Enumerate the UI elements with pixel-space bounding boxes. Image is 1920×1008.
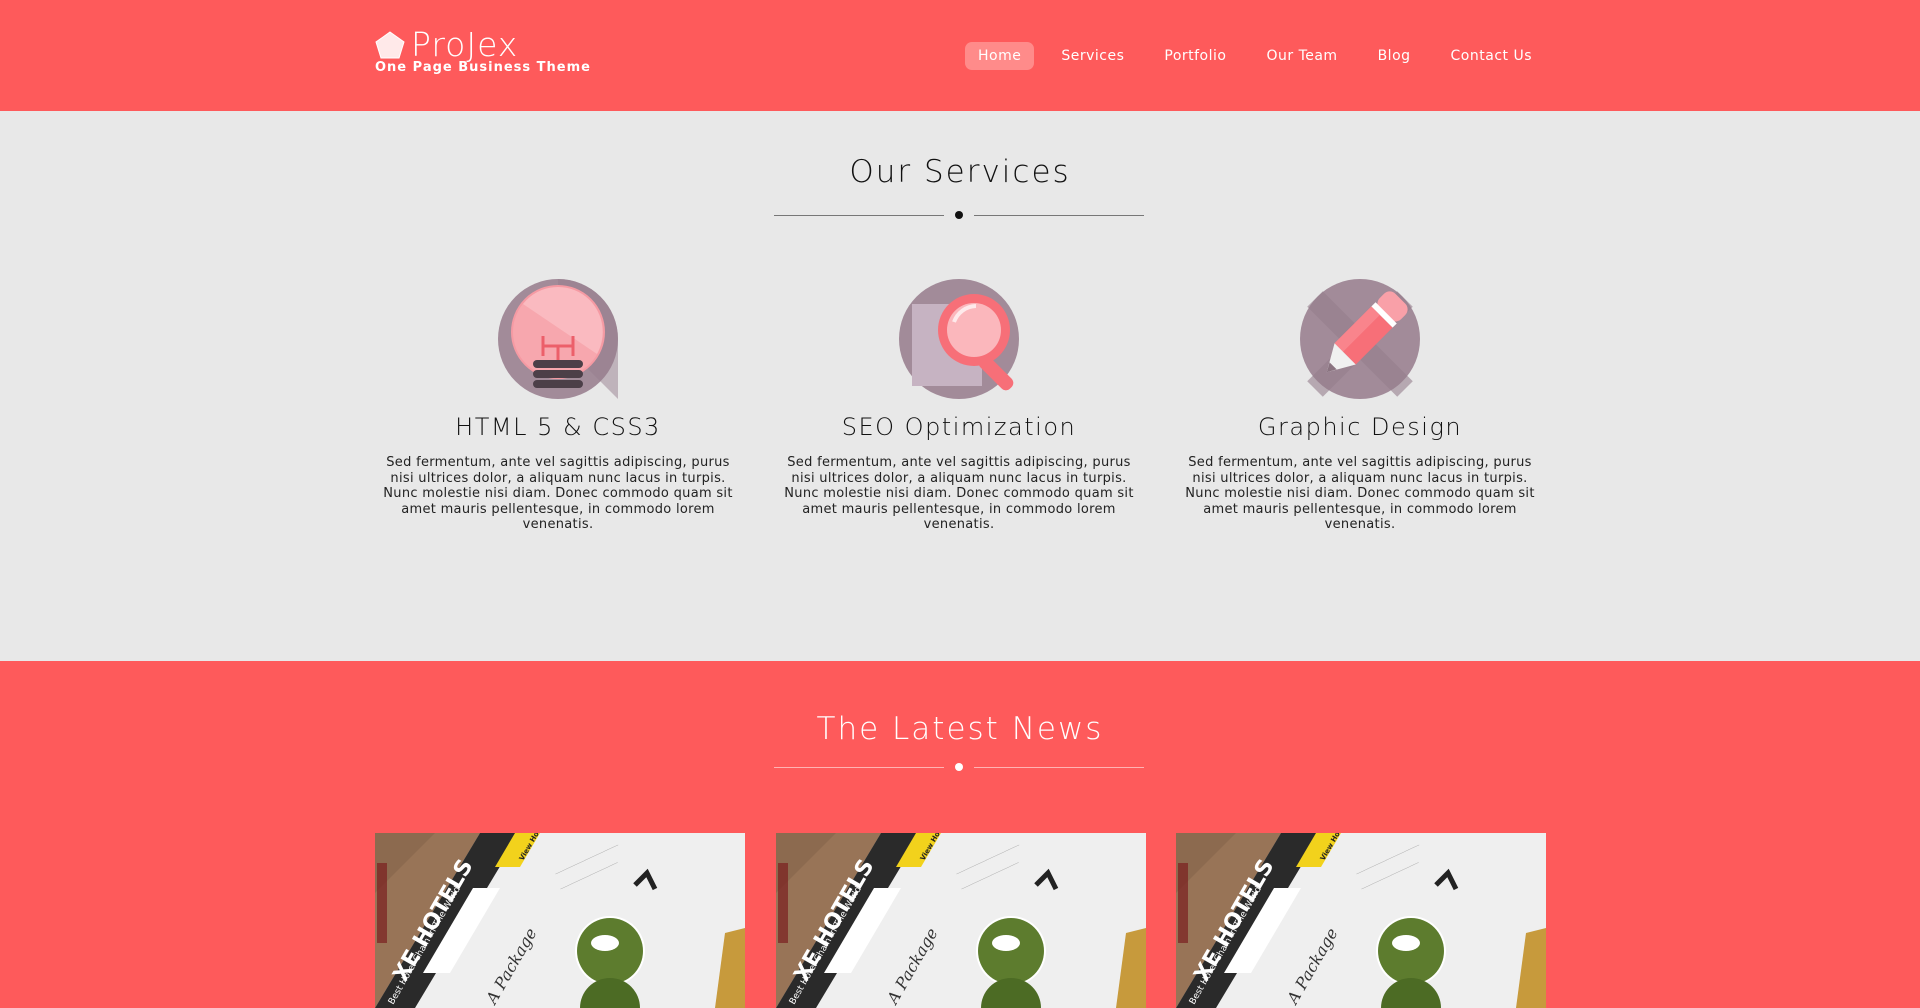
nav-portfolio[interactable]: Portfolio	[1151, 42, 1239, 70]
service-title: HTML 5 & CSS3	[455, 413, 661, 441]
nav-blog[interactable]: Blog	[1365, 42, 1424, 70]
site-header: ProJex One Page Business Theme Home Serv…	[0, 0, 1920, 111]
nav-home[interactable]: Home	[964, 42, 1035, 70]
news-divider	[774, 762, 1144, 772]
news-card[interactable]: XE HOTELS Best Hotel Chain In The World …	[375, 833, 745, 1008]
services-title: Our Services	[849, 154, 1071, 190]
service-title: Graphic Design	[1257, 413, 1463, 441]
nav-contact-us[interactable]: Contact Us	[1438, 42, 1545, 70]
brand-logo[interactable]: ProJex One Page Business Theme	[375, 25, 591, 76]
lightbulb-icon	[498, 279, 618, 399]
service-card-seo: SEO Optimization Sed fermentum, ante vel…	[779, 274, 1139, 533]
pencil-icon	[1300, 279, 1420, 399]
service-card-graphic-design: Graphic Design Sed fermentum, ante vel s…	[1180, 274, 1540, 533]
service-description: Sed fermentum, ante vel sagittis adipisc…	[784, 455, 1134, 532]
news-card[interactable]: XE HOTELS Best Hotel Chain In The World …	[776, 833, 1146, 1008]
service-title: SEO Optimization	[841, 413, 1077, 441]
brand-tagline: One Page Business Theme	[375, 60, 591, 75]
main-nav: Home Services Portfolio Our Team Blog Co…	[964, 42, 1545, 70]
news-thumbnail-image: XE HOTELS Best Hotel Chain In The World …	[776, 833, 1146, 1008]
services-section: Our Services HTML 5 & CSS3 Sed fermentum…	[0, 111, 1920, 661]
news-section: The Latest News XE HOTELS Best Hotel Cha…	[0, 661, 1920, 1008]
news-card[interactable]: XE HOTELS Best Hotel Chain In The World …	[1176, 833, 1546, 1008]
service-card-html: HTML 5 & CSS3 Sed fermentum, ante vel sa…	[378, 274, 738, 533]
magnifier-icon	[899, 279, 1019, 399]
news-thumbnail-image: XE HOTELS Best Hotel Chain In The World …	[1176, 833, 1546, 1008]
news-thumbnail-image: XE HOTELS Best Hotel Chain In The World …	[375, 833, 745, 1008]
pentagon-logo-icon	[375, 31, 405, 59]
brand-name: ProJex	[411, 25, 519, 64]
services-divider	[774, 210, 1144, 220]
service-description: Sed fermentum, ante vel sagittis adipisc…	[1185, 455, 1535, 532]
nav-services[interactable]: Services	[1048, 42, 1137, 70]
service-description: Sed fermentum, ante vel sagittis adipisc…	[383, 455, 733, 532]
news-title: The Latest News	[816, 711, 1104, 747]
nav-our-team[interactable]: Our Team	[1253, 42, 1350, 70]
